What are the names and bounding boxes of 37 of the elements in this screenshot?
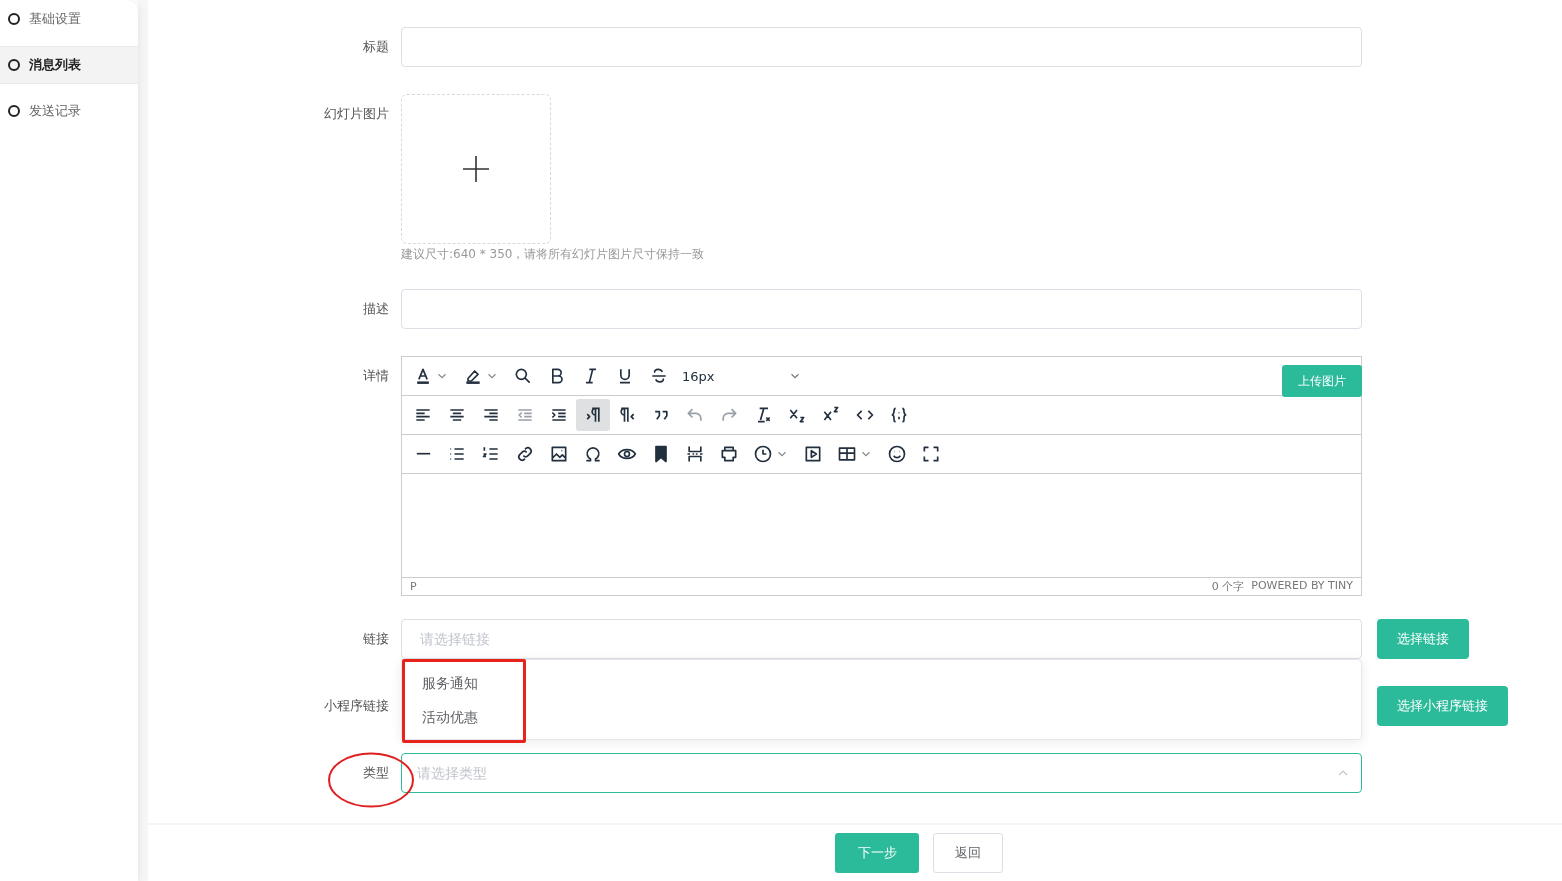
dropdown-option[interactable]: 活动优惠 <box>402 700 522 734</box>
clock-icon <box>753 444 773 464</box>
field-label: 详情 <box>362 367 389 385</box>
back-button[interactable]: 返回 <box>933 833 1003 873</box>
description-field[interactable] <box>401 289 1362 329</box>
code-block-icon <box>889 405 909 425</box>
field-label: 幻灯片图片 <box>323 105 389 123</box>
field-label: 链接 <box>362 630 389 648</box>
field-label: 小程序链接 <box>323 697 389 715</box>
dropdown-option[interactable]: 服务通知 <box>402 666 522 700</box>
print-icon <box>719 444 739 464</box>
word-count: 0 个字 <box>1211 579 1245 594</box>
search-icon <box>513 366 533 386</box>
font-size-select[interactable]: 16px <box>676 360 806 392</box>
field-label: 类型 <box>362 764 389 782</box>
paragraph-left-icon <box>617 405 637 425</box>
title-field[interactable] <box>401 27 1362 67</box>
size-hint: 建议尺寸:640 * 350，请将所有幻灯片图片尺寸保持一致 <box>401 247 705 262</box>
sidebar-item[interactable]: 消息列表 <box>0 46 138 84</box>
table-icon <box>837 444 857 464</box>
fullscreen-icon <box>921 444 941 464</box>
omega-icon <box>583 444 603 464</box>
element-path: P <box>410 580 417 593</box>
field-label: 标题 <box>362 38 389 56</box>
media-icon <box>803 444 823 464</box>
plus-icon <box>462 155 490 183</box>
smiley-icon <box>887 444 907 464</box>
sidebar-item[interactable]: 发送记录 <box>0 93 138 129</box>
image-icon <box>549 444 569 464</box>
page-break-icon <box>685 444 705 464</box>
field-label: 描述 <box>362 300 389 318</box>
link-icon <box>515 444 535 464</box>
strikethrough-icon <box>649 366 669 386</box>
toolbar-button[interactable] <box>576 399 610 431</box>
sidebar-item[interactable]: 基础设置 <box>0 0 138 38</box>
horizontal-line-icon <box>415 452 431 456</box>
powered-by-text: POWERED BY TINY <box>1251 579 1353 594</box>
